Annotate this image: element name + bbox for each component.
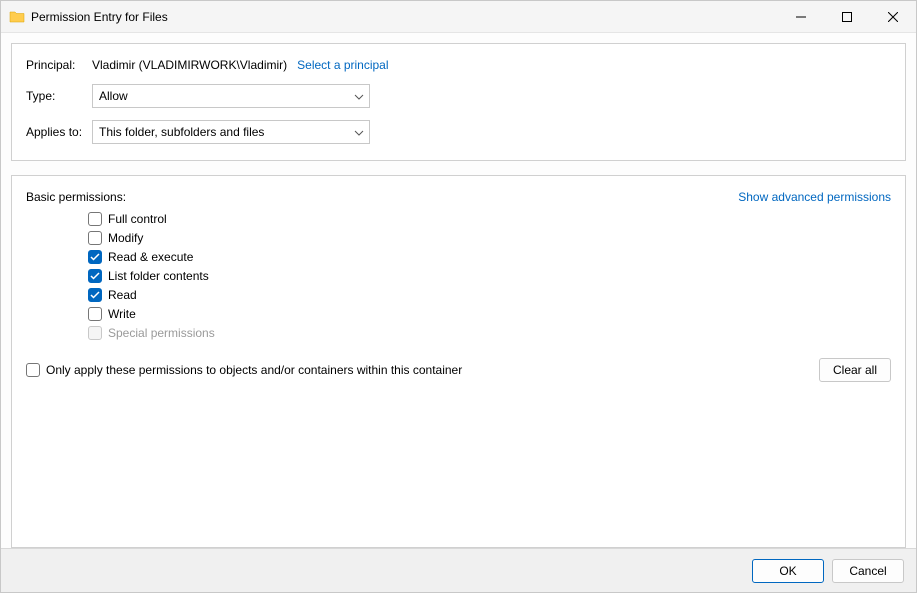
principal-panel: Principal: Vladimir (VLADIMIRWORK\Vladim… <box>11 43 906 161</box>
minimize-button[interactable] <box>778 1 824 33</box>
select-principal-link[interactable]: Select a principal <box>297 58 388 72</box>
only-apply-row[interactable]: Only apply these permissions to objects … <box>26 363 462 377</box>
clear-all-button[interactable]: Clear all <box>819 358 891 382</box>
permission-row[interactable]: List folder contents <box>88 269 891 283</box>
cancel-button[interactable]: Cancel <box>832 559 904 583</box>
dialog-footer: OK Cancel <box>1 548 916 592</box>
permission-label: Read & execute <box>108 250 193 264</box>
permission-checkbox[interactable] <box>88 269 102 283</box>
content-area: Principal: Vladimir (VLADIMIRWORK\Vladim… <box>1 33 916 548</box>
permission-row[interactable]: Write <box>88 307 891 321</box>
type-label: Type: <box>26 89 92 103</box>
permissions-list: Full control Modify Read & execute List fol… <box>26 212 891 340</box>
permission-row[interactable]: Modify <box>88 231 891 245</box>
maximize-button[interactable] <box>824 1 870 33</box>
applies-row: Applies to: <box>26 120 891 144</box>
permission-row[interactable]: Full control <box>88 212 891 226</box>
applies-label: Applies to: <box>26 125 92 139</box>
basic-permissions-label: Basic permissions: <box>26 190 126 204</box>
titlebar: Permission Entry for Files <box>1 1 916 33</box>
permissions-header: Basic permissions: Show advanced permiss… <box>26 190 891 204</box>
permission-row: Special permissions <box>88 326 891 340</box>
close-button[interactable] <box>870 1 916 33</box>
window-title: Permission Entry for Files <box>31 10 778 24</box>
only-apply-label: Only apply these permissions to objects … <box>46 363 462 377</box>
show-advanced-link[interactable]: Show advanced permissions <box>738 190 891 204</box>
principal-value: Vladimir (VLADIMIRWORK\Vladimir) <box>92 58 287 72</box>
permission-checkbox[interactable] <box>88 231 102 245</box>
permission-label: Full control <box>108 212 167 226</box>
permission-label: Special permissions <box>108 326 215 340</box>
permission-label: Write <box>108 307 136 321</box>
applies-to-select[interactable] <box>92 120 370 144</box>
permission-label: Read <box>108 288 137 302</box>
permissions-bottom-row: Only apply these permissions to objects … <box>26 358 891 382</box>
permission-row[interactable]: Read <box>88 288 891 302</box>
type-select[interactable] <box>92 84 370 108</box>
principal-label: Principal: <box>26 58 92 72</box>
permission-label: List folder contents <box>108 269 209 283</box>
dialog-window: Permission Entry for Files Principal: Vl… <box>0 0 917 593</box>
permission-checkbox[interactable] <box>88 250 102 264</box>
permission-checkbox[interactable] <box>88 212 102 226</box>
permission-checkbox[interactable] <box>88 307 102 321</box>
folder-icon <box>9 9 25 25</box>
permissions-panel: Basic permissions: Show advanced permiss… <box>11 175 906 548</box>
permission-row[interactable]: Read & execute <box>88 250 891 264</box>
permission-checkbox <box>88 326 102 340</box>
only-apply-checkbox[interactable] <box>26 363 40 377</box>
type-row: Type: <box>26 84 891 108</box>
permission-label: Modify <box>108 231 143 245</box>
permission-checkbox[interactable] <box>88 288 102 302</box>
principal-row: Principal: Vladimir (VLADIMIRWORK\Vladim… <box>26 58 891 72</box>
ok-button[interactable]: OK <box>752 559 824 583</box>
